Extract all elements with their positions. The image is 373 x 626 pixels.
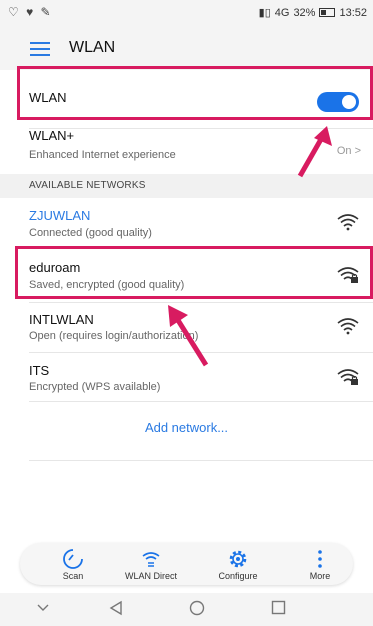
menu-icon[interactable] bbox=[30, 42, 50, 56]
clock: 13:52 bbox=[339, 6, 367, 19]
wlan-toggle-label: WLAN bbox=[29, 90, 67, 105]
status-left-icons: ♡ ♥ ✎ bbox=[8, 5, 53, 19]
network-status: Saved, encrypted (good quality) bbox=[29, 279, 185, 291]
add-network-link[interactable]: Add network... bbox=[0, 420, 373, 435]
home-icon[interactable] bbox=[189, 600, 205, 616]
wlan-toggle-row[interactable]: WLAN bbox=[0, 70, 373, 128]
network-status: Open (requires login/authorization) bbox=[29, 330, 199, 342]
divider bbox=[29, 128, 373, 129]
wlan-direct-label: WLAN Direct bbox=[124, 571, 177, 581]
system-nav-bar bbox=[0, 593, 373, 626]
network-row-zjuwlan[interactable]: ZJUWLAN Connected (good quality) bbox=[0, 198, 373, 248]
configure-button[interactable]: Configure bbox=[203, 543, 273, 585]
chevron-right-icon: > bbox=[354, 145, 361, 157]
network-status: Connected (good quality) bbox=[29, 227, 152, 239]
back-icon[interactable] bbox=[108, 600, 124, 616]
divider bbox=[29, 302, 373, 303]
configure-label: Configure bbox=[218, 571, 258, 581]
wlan-plus-row[interactable]: WLAN+ Enhanced Internet experience On > bbox=[0, 128, 373, 174]
scan-button[interactable]: Scan bbox=[38, 543, 108, 585]
wlan-plus-subtitle: Enhanced Internet experience bbox=[29, 149, 176, 161]
more-icon bbox=[318, 550, 322, 568]
battery-icon bbox=[319, 8, 336, 17]
page-title: WLAN bbox=[69, 39, 116, 56]
network-row-its[interactable]: ITS Encrypted (WPS available) bbox=[0, 352, 373, 402]
bottom-action-bar: Scan WLAN Direct Configure More bbox=[20, 543, 353, 585]
scan-icon bbox=[63, 549, 83, 569]
network-name: ZJUWLAN bbox=[29, 208, 91, 223]
more-button[interactable]: More bbox=[285, 543, 355, 585]
wifi-icon bbox=[337, 318, 359, 335]
network-type: 4G bbox=[274, 6, 290, 19]
wlan-plus-title: WLAN+ bbox=[29, 128, 75, 143]
divider bbox=[29, 352, 373, 353]
gear-icon bbox=[229, 550, 247, 568]
divider bbox=[29, 248, 373, 249]
wlan-direct-button[interactable]: WLAN Direct bbox=[116, 543, 186, 585]
wifi-lock-icon bbox=[337, 267, 359, 283]
divider bbox=[29, 460, 373, 461]
signal-icon: ▮▯ bbox=[258, 7, 271, 19]
scan-label: Scan bbox=[62, 571, 84, 581]
status-bar: ♡ ♥ ✎ ▮▯ 4G 32% 13:52 bbox=[0, 0, 373, 26]
wifi-icon bbox=[337, 214, 359, 231]
wlan-direct-icon bbox=[142, 552, 160, 567]
wlan-plus-state: On bbox=[336, 145, 352, 157]
battery-percent: 32% bbox=[293, 6, 316, 19]
recents-icon[interactable] bbox=[271, 600, 286, 615]
status-right: ▮▯ 4G 32% 13:52 bbox=[258, 6, 367, 20]
network-status: Encrypted (WPS available) bbox=[29, 381, 161, 393]
app-bar: WLAN bbox=[0, 26, 373, 70]
chevron-down-icon[interactable] bbox=[36, 600, 50, 614]
network-row-eduroam[interactable]: eduroam Saved, encrypted (good quality) bbox=[0, 248, 373, 302]
network-name: INTLWLAN bbox=[29, 312, 94, 327]
wlan-plus-value: On > bbox=[337, 145, 361, 157]
more-label: More bbox=[309, 571, 331, 581]
divider bbox=[29, 401, 373, 402]
section-title: AVAILABLE NETWORKS bbox=[29, 180, 146, 191]
network-name: ITS bbox=[29, 363, 50, 378]
section-header: AVAILABLE NETWORKS bbox=[0, 174, 373, 198]
network-name: eduroam bbox=[29, 260, 81, 275]
wifi-lock-icon bbox=[337, 369, 359, 385]
wlan-switch[interactable] bbox=[317, 92, 359, 112]
network-row-intlwlan[interactable]: INTLWLAN Open (requires login/authorizat… bbox=[0, 302, 373, 352]
